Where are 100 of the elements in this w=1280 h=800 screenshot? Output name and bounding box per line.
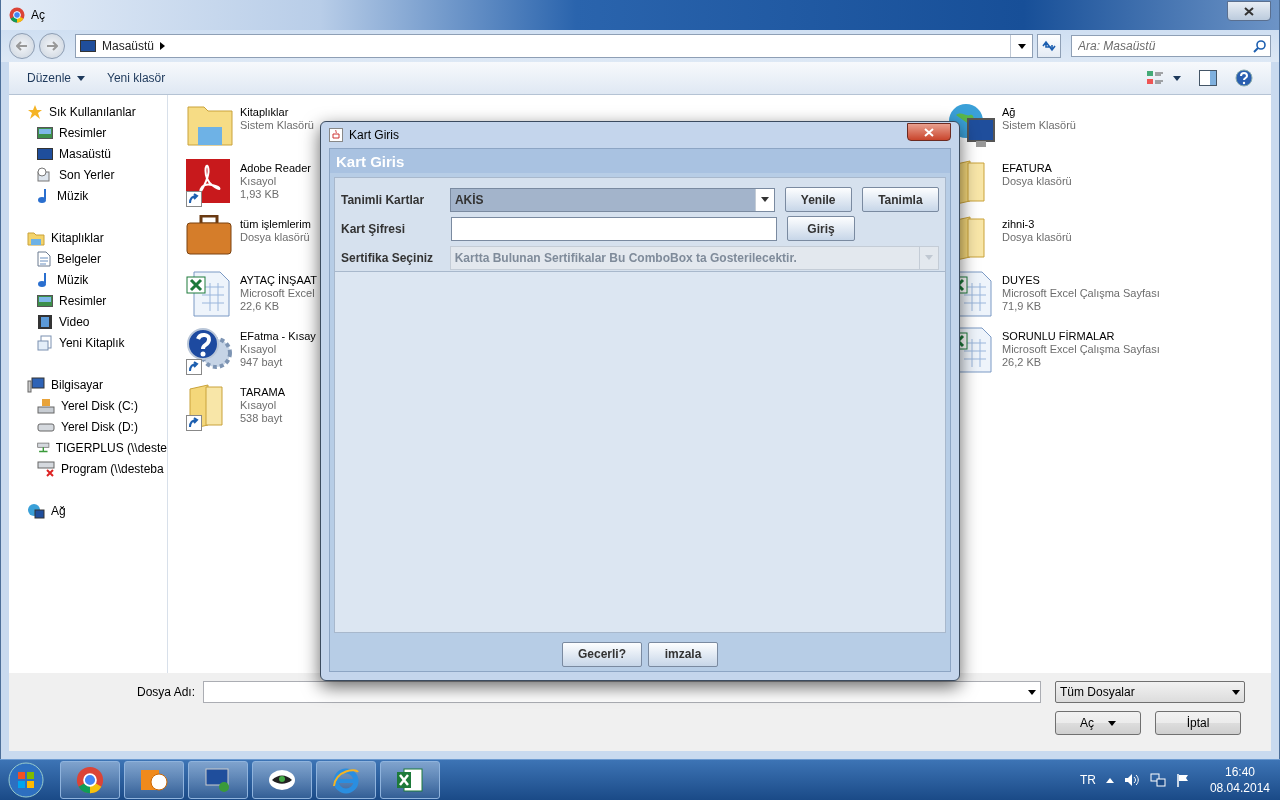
file-detail: Kısayol (240, 343, 278, 355)
network-icon[interactable] (1149, 773, 1166, 787)
file-name-label: Dosya Adı: (137, 685, 196, 700)
cancel-button[interactable]: İptal (1155, 711, 1241, 736)
library-icon (37, 334, 53, 351)
navigation-group[interactable]: Ağ (27, 500, 167, 521)
file-name[interactable]: tüm işlemlerim (240, 218, 311, 230)
search-icon (1253, 39, 1266, 53)
file-name[interactable]: Adobe Reader (240, 162, 311, 174)
file-name[interactable]: SORUNLU FİRMALAR (1002, 330, 1160, 342)
clock-date: 08.04.2014 (1209, 781, 1270, 795)
search-box[interactable]: Ara: Masaüstü (1071, 35, 1271, 57)
file-name[interactable]: zihni-3 (1002, 218, 1072, 230)
eye-icon (268, 769, 296, 791)
preview-pane-icon[interactable] (1199, 70, 1217, 86)
navigation-item[interactable]: TIGERPLUS (\\deste (27, 437, 167, 458)
navigation-group-label: Sık Kullanılanlar (49, 104, 136, 119)
navigation-item[interactable]: Belgeler (27, 248, 167, 269)
new-folder-button[interactable]: Yeni klasör (107, 71, 166, 85)
file-name[interactable]: Ağ (1002, 106, 1076, 118)
spreadsheet-icon (396, 767, 424, 793)
navigation-item[interactable]: Resimler (27, 122, 167, 143)
file-name[interactable]: DUYES (1002, 274, 1160, 286)
clock[interactable]: 16:40 08.04.2014 (1209, 765, 1270, 795)
caret-icon (77, 75, 86, 81)
flag-icon[interactable] (1175, 773, 1190, 787)
file-detail: Microsoft Excel Çalışma Sayfası (1002, 343, 1160, 355)
file-name-field[interactable] (203, 681, 1041, 704)
file-name[interactable]: EFatma - Kısay (240, 330, 316, 342)
navigation-item[interactable]: Yeni Kitaplık (27, 332, 167, 353)
dialog-header: Kart Giris (330, 149, 950, 173)
file-detail: 22,6 KB (240, 300, 281, 312)
navigation-group[interactable]: Sık Kullanılanlar (27, 101, 167, 122)
navigation-item[interactable]: Resimler (27, 290, 167, 311)
file-detail: 1,93 KB (240, 188, 281, 200)
system-drive-icon (37, 397, 55, 414)
navigation-item[interactable]: Video (27, 311, 167, 332)
start-orb-icon[interactable] (8, 762, 44, 798)
breadcrumb-item[interactable]: Masaüstü (102, 39, 155, 53)
card-dropdown[interactable]: AKİS (449, 187, 775, 212)
film-icon (37, 313, 53, 330)
address-bar[interactable]: Masaüstü (75, 34, 1033, 58)
taskbar-app-button[interactable] (380, 761, 440, 799)
navigation-item[interactable]: Son Yerler (27, 164, 167, 185)
define-button[interactable]: Tanimla (861, 187, 939, 212)
navigation-item-label: Belgeler (57, 251, 102, 266)
file-detail: Sistem Klasörü (240, 119, 314, 131)
navigation-item[interactable]: Müzik (27, 185, 167, 206)
file-type-dropdown[interactable]: Tüm Dosyalar (1055, 681, 1245, 704)
navigation-group[interactable]: Kitaplıklar (27, 227, 167, 248)
browser-logo-icon (9, 7, 25, 23)
field-label: Tanimli Kartlar (341, 192, 426, 207)
refresh-button[interactable] (1037, 34, 1061, 58)
file-detail: 26,2 KB (1002, 356, 1043, 368)
document-icon (37, 250, 51, 267)
file-detail: Dosya klasörü (240, 231, 311, 243)
navigation-item-label: Program (\\desteba (61, 461, 164, 476)
organize-menu[interactable]: Düzenle (27, 71, 86, 85)
file-name[interactable]: Kitaplıklar (240, 106, 314, 118)
help-icon[interactable] (1235, 69, 1253, 87)
spreadsheet-icon (186, 271, 230, 317)
open-split-button[interactable]: Aç (1055, 711, 1141, 736)
language-indicator[interactable]: TR (1079, 773, 1096, 787)
navigation-item[interactable]: Yerel Disk (C:) (27, 395, 167, 416)
caret-icon (1108, 720, 1116, 726)
clock-time: 16:40 (1224, 765, 1255, 779)
monitor-icon (80, 40, 96, 52)
navigation-item[interactable]: Yerel Disk (D:) (27, 416, 167, 437)
navigation-item[interactable]: Müzik (27, 269, 167, 290)
library-folder-icon (186, 103, 234, 147)
disconnected-drive-icon (37, 460, 55, 477)
navigation-item-label: Yerel Disk (D:) (61, 419, 138, 434)
tray-expand-icon[interactable] (1105, 777, 1114, 783)
taskbar-app-button[interactable] (252, 761, 312, 799)
caret-icon (1232, 689, 1240, 695)
pdf-document-icon (186, 159, 230, 203)
navigation-item[interactable]: Masaüstü (27, 143, 167, 164)
file-name[interactable]: TARAMA (240, 386, 286, 398)
navigation-item-label: TIGERPLUS (\\deste (55, 440, 167, 455)
navigation-item[interactable]: Program (\\desteba (27, 458, 167, 479)
taskbar-app-button[interactable] (124, 761, 184, 799)
file-name[interactable]: AYTAÇ İNŞAAT (240, 274, 317, 286)
navigation-group[interactable]: Bilgisayar (27, 374, 167, 395)
validate-button[interactable]: Gecerli? (562, 641, 642, 667)
close-icon (1244, 6, 1254, 16)
close-button[interactable] (1227, 1, 1271, 21)
library-folder-icon (27, 229, 45, 246)
sign-button[interactable]: imzala (648, 641, 718, 667)
file-name[interactable]: EFATURA (1002, 162, 1072, 174)
speaker-icon[interactable] (1123, 773, 1140, 787)
picture-icon (37, 293, 53, 308)
login-button[interactable]: Giriş (787, 216, 855, 241)
refresh-button[interactable]: Yenile (784, 187, 852, 212)
forward-arrow-icon (46, 41, 58, 51)
remote-desktop-icon (204, 767, 232, 793)
view-options-icon[interactable] (1147, 70, 1181, 86)
navigation-group-label: Bilgisayar (51, 377, 104, 392)
navigation-item-label: Yeni Kitaplık (59, 335, 125, 350)
close-button[interactable] (907, 123, 951, 141)
password-field[interactable] (451, 216, 777, 241)
